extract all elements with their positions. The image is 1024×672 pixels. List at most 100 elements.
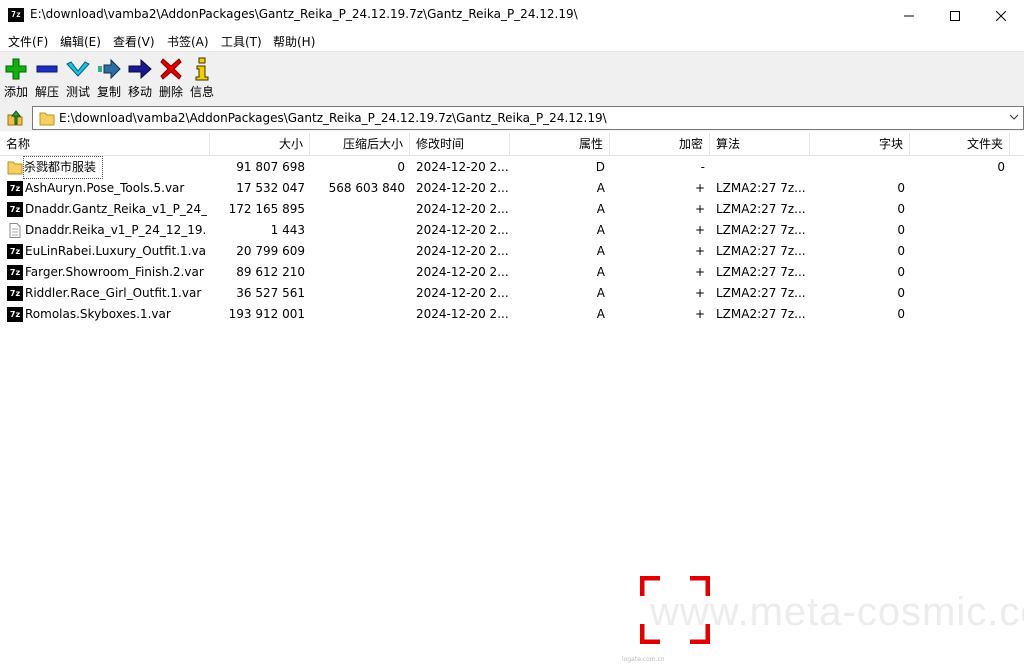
close-button[interactable] — [978, 0, 1024, 31]
plus-icon — [0, 56, 32, 82]
move-arrow-icon — [124, 56, 156, 82]
delete-x-icon — [155, 56, 187, 82]
file-name: Farger.Showroom_Finish.2.var — [25, 265, 204, 279]
app-7z-icon: 7z — [8, 8, 24, 22]
file-name: Dnaddr.Gantz_Reika_v1_P_24_... — [25, 202, 207, 216]
column-header-folders[interactable]: 文件夹 — [910, 133, 1010, 156]
file-modified: 2024-12-20 2... — [416, 265, 508, 279]
info-icon — [186, 56, 218, 82]
file-method: LZMA2:27 7z... — [716, 244, 806, 258]
column-header-attributes[interactable]: 属性 — [510, 133, 610, 156]
chevron-down-icon[interactable] — [1009, 112, 1019, 122]
up-folder-button[interactable] — [4, 107, 26, 129]
file-packed: 568 603 840 — [328, 181, 405, 195]
file-modified: 2024-12-20 2... — [416, 202, 508, 216]
menu-help[interactable]: 帮助(H) — [273, 33, 315, 50]
file-method: LZMA2:27 7z... — [716, 223, 806, 237]
file-block: 0 — [897, 181, 905, 195]
file-block: 0 — [897, 244, 905, 258]
folder-icon — [7, 161, 23, 175]
file-row[interactable]: Dnaddr.Reika_v1_P_24_12_19.... 1 443 202… — [0, 220, 1024, 241]
file-name: EuLinRabei.Luxury_Outfit.1.var — [25, 244, 207, 258]
file-method: LZMA2:27 7z... — [716, 286, 806, 300]
file-encrypted: + — [694, 265, 705, 279]
maximize-button[interactable] — [932, 0, 978, 31]
up-folder-icon — [7, 110, 23, 126]
archive-7z-icon: 7z — [7, 244, 23, 259]
column-header-block[interactable]: 字块 — [810, 133, 910, 156]
copy-arrow-icon — [93, 56, 125, 82]
column-header-packed[interactable]: 压缩后大小 — [310, 133, 410, 156]
check-icon — [62, 56, 94, 82]
file-method: LZMA2:27 7z... — [716, 265, 806, 279]
file-method: LZMA2:27 7z... — [716, 307, 806, 321]
address-input[interactable]: E:\download\vamba2\AddonPackages\Gantz_R… — [32, 106, 1024, 130]
file-size: 1 443 — [270, 223, 305, 237]
maximize-icon — [950, 10, 960, 21]
menu-edit[interactable]: 编辑(E) — [60, 33, 101, 50]
file-row[interactable]: 7z Farger.Showroom_Finish.2.var 89 612 2… — [0, 262, 1024, 283]
file-block: 0 — [897, 307, 905, 321]
file-block: 0 — [897, 265, 905, 279]
file-attr: A — [596, 265, 605, 279]
file-packed: 0 — [397, 160, 405, 174]
file-modified: 2024-12-20 2... — [416, 286, 508, 300]
file-row[interactable]: 7z Riddler.Race_Girl_Outfit.1.var 36 527… — [0, 283, 1024, 304]
archive-7z-icon: 7z — [7, 286, 23, 301]
watermark-small-text: logate.com.cn — [622, 656, 665, 663]
file-attr: D — [595, 160, 605, 174]
file-modified: 2024-12-20 2... — [416, 181, 508, 195]
file-folders — [910, 262, 1005, 283]
address-path: E:\download\vamba2\AddonPackages\Gantz_R… — [59, 111, 607, 125]
close-icon — [996, 10, 1006, 21]
file-folders — [910, 220, 1005, 241]
file-name: Riddler.Race_Girl_Outfit.1.var — [25, 286, 202, 300]
file-row[interactable]: 7z EuLinRabei.Luxury_Outfit.1.var 20 799… — [0, 241, 1024, 262]
file-row[interactable]: 7z AshAuryn.Pose_Tools.5.var 17 532 047 … — [0, 178, 1024, 199]
column-header-modified[interactable]: 修改时间 — [410, 133, 510, 156]
minimize-icon — [904, 15, 914, 16]
file-folders — [910, 199, 1005, 220]
column-header-encrypted[interactable]: 加密 — [610, 133, 710, 156]
file-encrypted: + — [694, 181, 705, 195]
file-block: 0 — [897, 202, 905, 216]
column-header-name[interactable]: 名称 — [0, 133, 210, 156]
file-folders — [910, 283, 1005, 304]
file-folders — [910, 178, 1005, 199]
file-modified: 2024-12-20 2... — [416, 223, 508, 237]
file-modified: 2024-12-20 2... — [416, 307, 508, 321]
file-packed — [310, 199, 405, 220]
file-folders: 0 — [997, 160, 1005, 174]
minus-icon — [31, 56, 63, 82]
file-size: 20 799 609 — [236, 244, 305, 258]
file-packed — [310, 241, 405, 262]
file-name: 杀戮都市服装 — [23, 156, 103, 179]
minimize-button[interactable] — [886, 0, 932, 31]
file-size: 91 807 698 — [236, 160, 305, 174]
document-icon — [9, 223, 21, 238]
file-attr: A — [596, 286, 605, 300]
menu-tools[interactable]: 工具(T) — [221, 33, 262, 50]
file-packed — [310, 262, 405, 283]
column-header-method[interactable]: 算法 — [710, 133, 810, 156]
menu-bookmarks[interactable]: 书签(A) — [167, 33, 209, 50]
file-packed — [310, 220, 405, 241]
list-header: 名称 大小 压缩后大小 修改时间 属性 加密 算法 字块 文件夹 — [0, 133, 1024, 156]
menu-view[interactable]: 查看(V) — [113, 33, 155, 50]
file-row[interactable]: 7z Dnaddr.Gantz_Reika_v1_P_24_... 172 16… — [0, 199, 1024, 220]
file-modified: 2024-12-20 2... — [416, 160, 508, 174]
file-packed — [310, 283, 405, 304]
file-size: 172 165 895 — [228, 202, 305, 216]
file-row[interactable]: 杀戮都市服装 91 807 698 0 2024-12-20 2... D - … — [0, 156, 1024, 179]
file-row[interactable]: 7z Romolas.Skyboxes.1.var 193 912 001 20… — [0, 304, 1024, 325]
file-encrypted: + — [694, 286, 705, 300]
address-bar: E:\download\vamba2\AddonPackages\Gantz_R… — [0, 103, 1024, 131]
file-modified: 2024-12-20 2... — [416, 244, 508, 258]
menu-file[interactable]: 文件(F) — [8, 33, 48, 50]
file-name: Dnaddr.Reika_v1_P_24_12_19.... — [25, 223, 207, 237]
file-block: 0 — [897, 223, 905, 237]
column-header-size[interactable]: 大小 — [210, 133, 310, 156]
info-button[interactable]: 信息 — [186, 56, 218, 100]
watermark-frame-icon — [640, 576, 710, 644]
file-list: 杀戮都市服装 91 807 698 0 2024-12-20 2... D - … — [0, 156, 1024, 657]
